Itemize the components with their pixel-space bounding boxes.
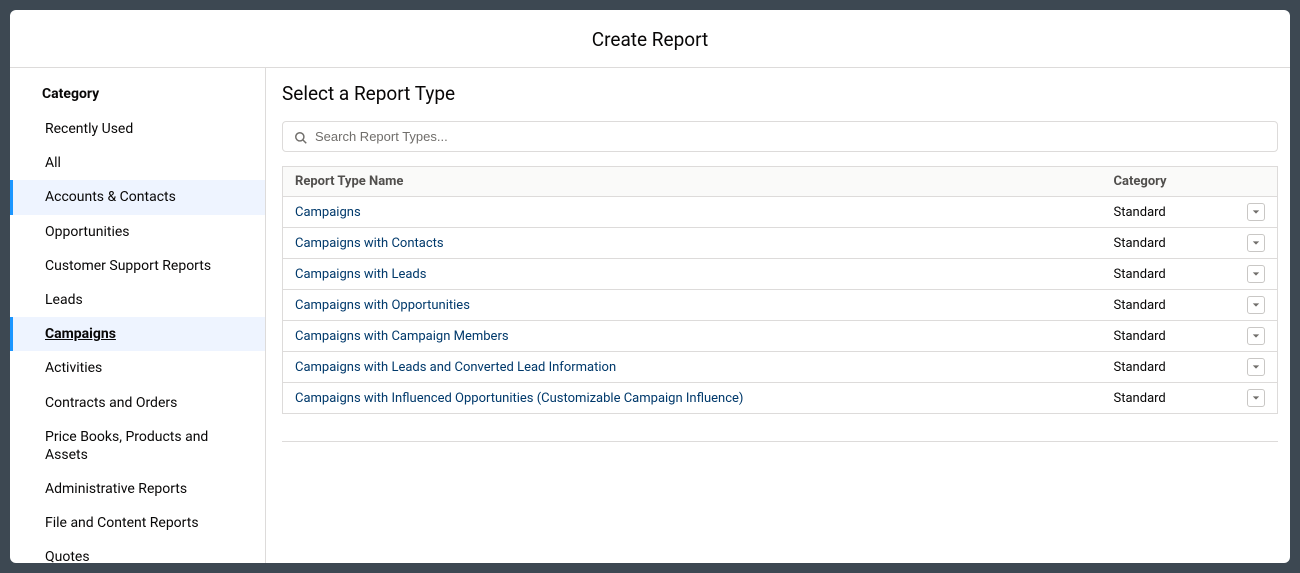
report-type-link[interactable]: Campaigns with Contacts (295, 236, 444, 251)
report-type-link[interactable]: Campaigns with Leads (295, 267, 426, 282)
modal-body: Category Recently Used All Accounts & Cont… (10, 68, 1290, 563)
report-type-link[interactable]: Campaigns with Leads and Converted Lead … (295, 360, 616, 375)
create-report-modal: Create Report Category Recently Used All A… (10, 10, 1290, 563)
chevron-down-icon (1252, 394, 1260, 402)
modal-header: Create Report (10, 10, 1290, 68)
report-type-link[interactable]: Campaigns with Campaign Members (295, 329, 509, 344)
report-type-table: Report Type Name Category Campaigns Stand… (282, 166, 1278, 414)
sidebar-item-campaigns[interactable]: Campaigns (10, 317, 265, 351)
sidebar-item-contracts-and-orders[interactable]: Contracts and Orders (10, 386, 265, 420)
sidebar-item-customer-support-reports[interactable]: Customer Support Reports (10, 249, 265, 283)
table-row[interactable]: Campaigns with Leads Standard (283, 259, 1278, 290)
chevron-down-icon (1252, 332, 1260, 340)
report-type-link[interactable]: Campaigns with Influenced Opportunities … (295, 391, 743, 406)
sidebar-item-administrative-reports[interactable]: Administrative Reports (10, 472, 265, 506)
sidebar-item-file-and-content-reports[interactable]: File and Content Reports (10, 506, 265, 540)
search-wrapper (282, 121, 1278, 152)
sidebar-item-label: Activities (45, 360, 102, 376)
sidebar-item-label: Accounts & Contacts (45, 189, 176, 205)
report-category-cell: Standard (1102, 321, 1235, 352)
sidebar-item-label: Quotes (45, 549, 90, 563)
report-category-cell: Standard (1102, 352, 1235, 383)
sidebar-item-opportunities[interactable]: Opportunities (10, 215, 265, 249)
sidebar-item-accounts-contacts[interactable]: Accounts & Contacts (10, 180, 265, 214)
sidebar-item-label: All (45, 155, 61, 171)
table-row[interactable]: Campaigns with Campaign Members Standard (283, 321, 1278, 352)
report-category-cell: Standard (1102, 259, 1235, 290)
chevron-down-icon (1252, 363, 1260, 371)
sidebar-item-label: Contracts and Orders (45, 395, 177, 411)
sidebar-item-activities[interactable]: Activities (10, 351, 265, 385)
col-header-actions (1235, 167, 1278, 197)
row-action-button[interactable] (1247, 389, 1265, 407)
chevron-down-icon (1252, 301, 1260, 309)
modal-title: Create Report (10, 28, 1290, 51)
report-type-link[interactable]: Campaigns (295, 205, 361, 220)
table-row[interactable]: Campaigns with Leads and Converted Lead … (283, 352, 1278, 383)
main-title: Select a Report Type (282, 82, 1278, 105)
report-type-link[interactable]: Campaigns with Opportunities (295, 298, 470, 313)
row-action-button[interactable] (1247, 265, 1265, 283)
sidebar-item-label: Leads (45, 292, 83, 308)
sidebar-heading: Category (10, 80, 265, 112)
report-category-cell: Standard (1102, 383, 1235, 414)
chevron-down-icon (1252, 270, 1260, 278)
table-footer-spacer (282, 414, 1278, 442)
col-header-name[interactable]: Report Type Name (283, 167, 1102, 197)
table-row[interactable]: Campaigns Standard (283, 197, 1278, 228)
row-action-button[interactable] (1247, 203, 1265, 221)
sidebar-item-label: Recently Used (45, 121, 133, 137)
report-category-cell: Standard (1102, 197, 1235, 228)
sidebar-item-label: Price Books, Products and Assets (45, 429, 208, 463)
table-row[interactable]: Campaigns with Influenced Opportunities … (283, 383, 1278, 414)
search-input[interactable] (282, 121, 1278, 152)
chevron-down-icon (1252, 208, 1260, 216)
row-action-button[interactable] (1247, 358, 1265, 376)
main-panel: Select a Report Type Report Type Name Ca… (266, 68, 1290, 563)
sidebar-item-all[interactable]: All (10, 146, 265, 180)
sidebar-item-leads[interactable]: Leads (10, 283, 265, 317)
sidebar-item-quotes[interactable]: Quotes (10, 540, 265, 563)
search-icon (294, 130, 308, 144)
sidebar-item-label: Opportunities (45, 224, 130, 240)
sidebar-item-label: File and Content Reports (45, 515, 199, 531)
table-row[interactable]: Campaigns with Opportunities Standard (283, 290, 1278, 321)
col-header-category[interactable]: Category (1102, 167, 1235, 197)
sidebar-item-label: Customer Support Reports (45, 258, 211, 274)
report-category-cell: Standard (1102, 228, 1235, 259)
chevron-down-icon (1252, 239, 1260, 247)
sidebar-item-label: Campaigns (45, 326, 116, 342)
table-row[interactable]: Campaigns with Contacts Standard (283, 228, 1278, 259)
sidebar-item-price-books-products-and-assets[interactable]: Price Books, Products and Assets (10, 420, 265, 472)
report-category-cell: Standard (1102, 290, 1235, 321)
row-action-button[interactable] (1247, 296, 1265, 314)
row-action-button[interactable] (1247, 327, 1265, 345)
sidebar-item-recently-used[interactable]: Recently Used (10, 112, 265, 146)
row-action-button[interactable] (1247, 234, 1265, 252)
sidebar-item-label: Administrative Reports (45, 481, 187, 497)
sidebar: Category Recently Used All Accounts & Cont… (10, 68, 266, 563)
